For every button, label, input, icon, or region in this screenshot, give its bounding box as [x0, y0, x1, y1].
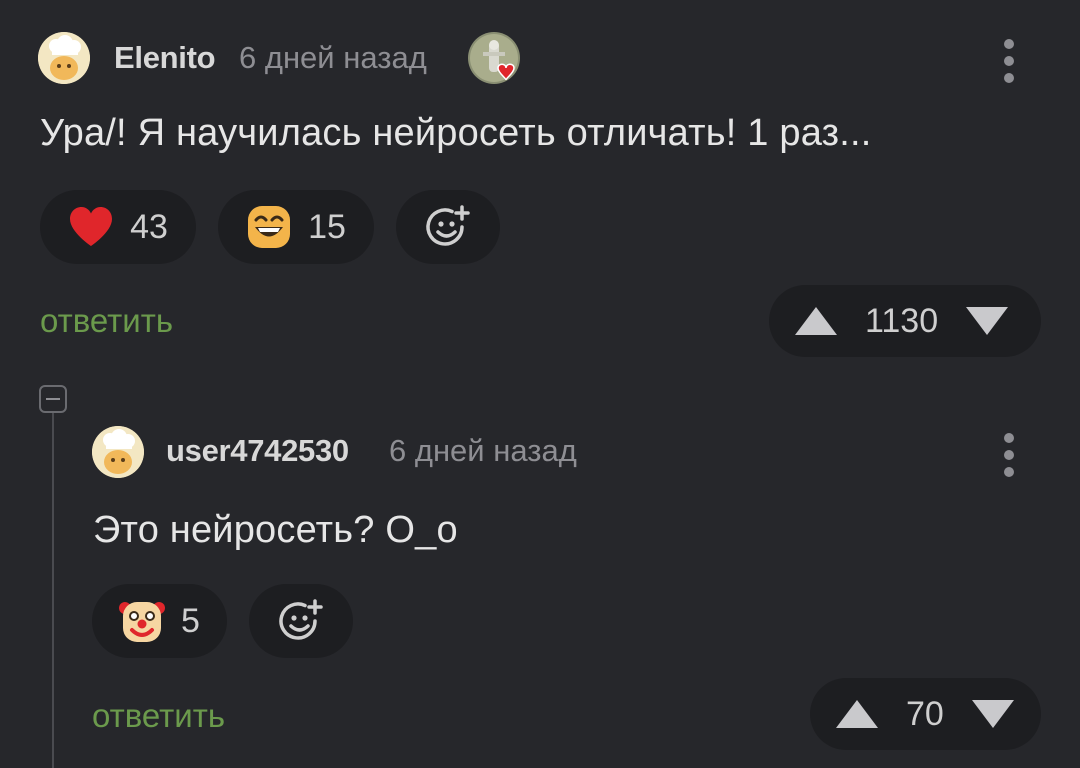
vote-control: 70 — [810, 678, 1041, 750]
reaction-clown[interactable]: 5 — [92, 584, 227, 658]
comment-time: 6 дней назад — [239, 40, 427, 75]
reaction-count: 15 — [308, 207, 346, 246]
comments-feed: Elenito 6 дней назад Ура/! Я научилась н… — [0, 0, 1080, 768]
vote-score: 1130 — [865, 301, 939, 340]
minus-icon — [46, 398, 60, 400]
user-avatar[interactable] — [92, 426, 144, 478]
reaction-count: 43 — [130, 207, 168, 246]
reaction-heart[interactable]: 43 — [40, 190, 196, 264]
clown-face-icon — [119, 602, 166, 642]
comment-author[interactable]: Elenito — [114, 40, 216, 76]
reaction-count: 5 — [181, 601, 200, 640]
collapse-thread-button[interactable] — [39, 385, 67, 413]
chef-avatar-icon — [92, 426, 144, 478]
vote-control: 1130 — [769, 285, 1041, 357]
user-avatar[interactable] — [38, 32, 90, 84]
add-emoji-icon — [279, 599, 323, 640]
heart-icon — [70, 207, 113, 246]
thread-line — [52, 410, 54, 768]
add-reaction-button[interactable] — [396, 190, 500, 264]
comment-text: Это нейросеть? О_о — [93, 509, 458, 551]
reply-button[interactable]: ответить — [92, 697, 225, 735]
author-badge-icon[interactable] — [468, 32, 520, 84]
comment-author[interactable]: user4742530 — [166, 433, 349, 469]
grinning-face-icon — [248, 206, 291, 248]
reply-button[interactable]: ответить — [40, 302, 173, 340]
reaction-grinning[interactable]: 15 — [218, 190, 374, 264]
more-options-icon[interactable] — [1003, 433, 1015, 477]
add-reaction-button[interactable] — [249, 584, 353, 658]
upvote-icon[interactable] — [793, 305, 839, 337]
downvote-icon[interactable] — [970, 698, 1016, 730]
downvote-icon[interactable] — [964, 305, 1010, 337]
chef-avatar-icon — [38, 32, 90, 84]
add-emoji-icon — [426, 205, 470, 246]
upvote-icon[interactable] — [834, 698, 880, 730]
vote-score: 70 — [906, 694, 944, 733]
comment-time: 6 дней назад — [389, 433, 577, 468]
more-options-icon[interactable] — [1003, 39, 1015, 83]
comment-text: Ура/! Я научилась нейросеть отличать! 1 … — [40, 112, 872, 154]
